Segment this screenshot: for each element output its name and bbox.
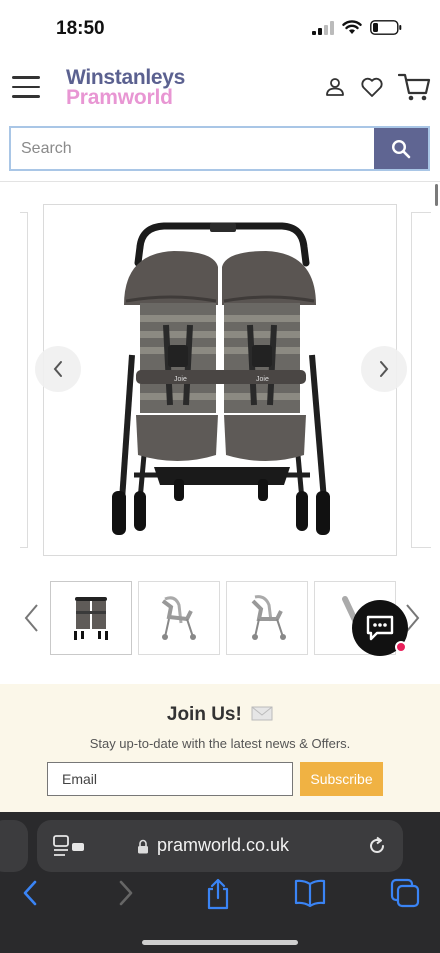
- tabs-icon[interactable]: [390, 878, 420, 908]
- cart-icon[interactable]: [398, 72, 432, 102]
- site-header: Winstanleys Pramworld: [0, 58, 440, 122]
- thumbnail-strip: [50, 581, 396, 657]
- newsletter-email-field[interactable]: [47, 762, 293, 796]
- menu-icon[interactable]: [12, 76, 40, 100]
- address-bar[interactable]: pramworld.co.uk: [37, 820, 403, 872]
- battery-icon: [370, 20, 402, 35]
- browser-bottom-bar: pramworld.co.uk: [0, 812, 440, 953]
- thumbnail-item[interactable]: [50, 581, 132, 655]
- home-indicator[interactable]: [142, 940, 298, 945]
- live-chat-button[interactable]: [352, 600, 408, 656]
- page: 18:50 Winstanleys Pramworld Search Joie …: [0, 0, 440, 953]
- reload-icon[interactable]: [367, 836, 387, 856]
- search-input[interactable]: [11, 128, 375, 169]
- status-bar: 18:50: [0, 0, 440, 58]
- envelope-icon: [251, 706, 273, 721]
- account-icon[interactable]: [324, 76, 346, 98]
- chevron-left-icon: [24, 604, 38, 632]
- page-scrollbar[interactable]: [435, 184, 438, 206]
- status-time: 18:50: [56, 18, 105, 39]
- back-icon[interactable]: [20, 878, 40, 908]
- product-main-image[interactable]: Joie Joie: [43, 204, 397, 556]
- search-button[interactable]: [374, 128, 428, 169]
- thumb-stroller-front-image: [74, 597, 108, 640]
- page-menu-icon[interactable]: [53, 835, 87, 857]
- next-image-peek: [411, 212, 431, 548]
- newsletter-section: Join Us! Stay up-to-date with the latest…: [0, 684, 440, 814]
- thumbnail-item[interactable]: [226, 581, 308, 655]
- brand-logo[interactable]: Winstanleys Pramworld: [66, 66, 186, 109]
- lock-icon: [138, 839, 148, 854]
- chevron-left-icon: [53, 361, 62, 377]
- status-icons: [312, 20, 402, 35]
- svg-text:Joie: Joie: [174, 376, 187, 383]
- chat-bubble-icon: [366, 615, 394, 641]
- search-bar: [9, 126, 430, 171]
- prev-image-peek: [20, 212, 28, 548]
- notification-dot: [395, 641, 407, 653]
- url-text: pramworld.co.uk: [157, 835, 290, 855]
- previous-tab-peek[interactable]: [0, 820, 28, 872]
- thumb-stroller-side-image: [251, 595, 286, 640]
- share-icon[interactable]: [205, 878, 231, 910]
- brand-line2: Pramworld: [66, 86, 173, 109]
- browser-toolbar: [0, 878, 440, 918]
- heart-icon[interactable]: [360, 76, 384, 98]
- wifi-icon: [342, 20, 362, 34]
- thumbs-prev-button[interactable]: [22, 602, 40, 639]
- forward-icon[interactable]: [116, 878, 136, 908]
- signal-icon: [312, 20, 334, 35]
- newsletter-title-row: Join Us!: [0, 704, 440, 726]
- header-icons: [324, 72, 432, 102]
- gallery-prev-button[interactable]: [35, 346, 81, 392]
- thumb-stroller-side-image: [161, 596, 196, 640]
- svg-text:Joie: Joie: [256, 376, 269, 383]
- brand-line1: Winstanleys: [66, 66, 186, 89]
- bookmarks-icon[interactable]: [294, 878, 326, 908]
- stroller-image: Joie Joie: [112, 222, 330, 535]
- thumbnail-item[interactable]: [138, 581, 220, 655]
- newsletter-subtitle: Stay up-to-date with the latest news & O…: [89, 736, 351, 751]
- subscribe-button[interactable]: Subscribe: [300, 762, 383, 796]
- search-icon: [391, 139, 411, 158]
- gallery-next-button[interactable]: [361, 346, 407, 392]
- header-divider: [0, 181, 440, 182]
- chevron-right-icon: [380, 361, 389, 377]
- newsletter-title: Join Us!: [166, 704, 242, 725]
